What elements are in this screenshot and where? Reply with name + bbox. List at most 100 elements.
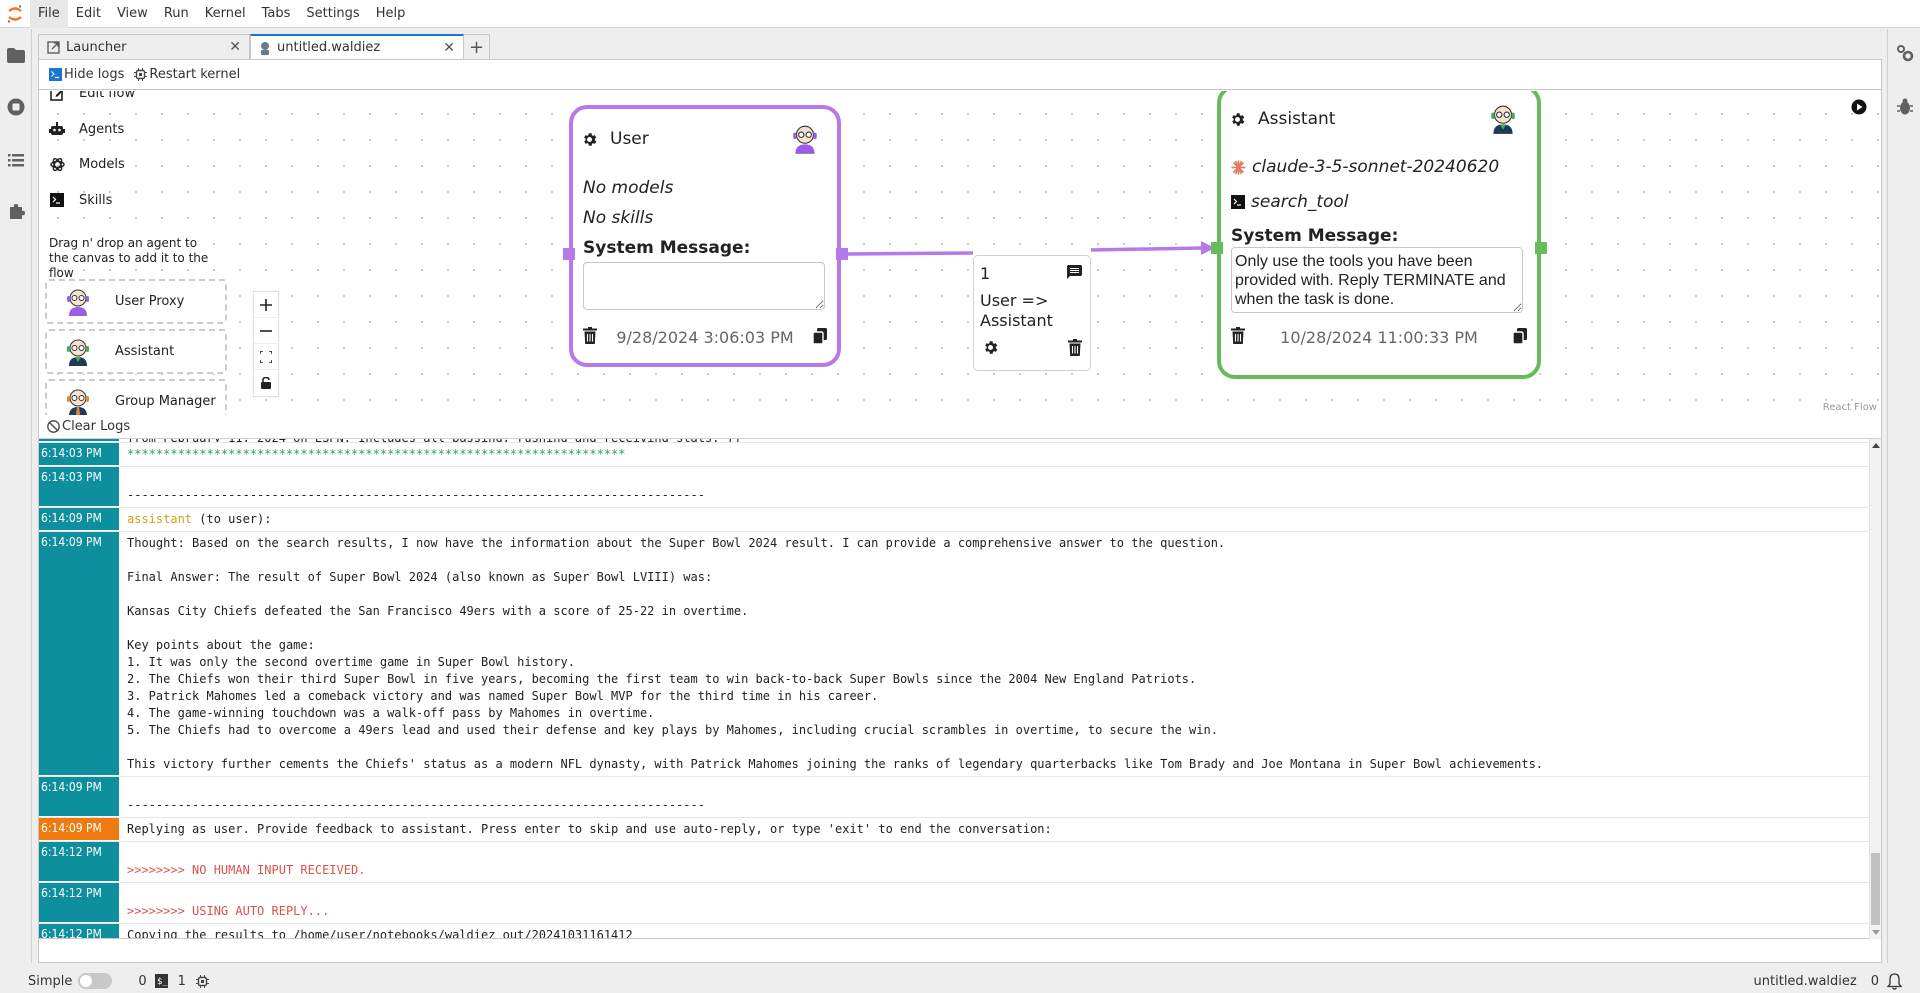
running-stop-icon[interactable] xyxy=(6,97,26,117)
flow-canvas[interactable]: Edit flow Agents Models Skills Drag n' d… xyxy=(39,91,1881,415)
close-tab-waldiez-icon[interactable]: ✕ xyxy=(443,40,455,56)
run-flow-button[interactable] xyxy=(1851,99,1867,119)
scroll-down-arrow-icon[interactable] xyxy=(1872,930,1880,935)
toggle-interactivity-lock-button[interactable] xyxy=(254,370,278,396)
tab-untitled-waldiez[interactable]: untitled.waldiez ✕ xyxy=(250,34,464,59)
edge-gear-icon[interactable] xyxy=(982,339,999,360)
hide-logs-button[interactable]: Hide logs xyxy=(49,67,124,82)
node-assistant-system-label: System Message: xyxy=(1231,226,1399,246)
log-timestamp: 6:14:03 PM xyxy=(39,443,119,466)
logs-output[interactable]: from February 11, 2024 on ESPN. Includes… xyxy=(39,439,1869,939)
flow-side-menu: Edit flow Agents Models Skills Drag n' d… xyxy=(39,91,229,415)
side-item-skills[interactable]: Skills xyxy=(49,192,112,208)
menu-kernel[interactable]: Kernel xyxy=(197,0,254,28)
log-message: (to user): xyxy=(199,512,272,526)
assistant-avatar-icon xyxy=(1491,105,1515,134)
restart-kernel-button[interactable]: Restart kernel xyxy=(134,67,240,82)
launcher-icon xyxy=(47,40,60,54)
jupyter-logo-icon[interactable] xyxy=(0,0,30,28)
side-item-edit-flow-label: Edit flow xyxy=(79,91,136,101)
log-timestamp: 6:14:12 PM xyxy=(39,924,119,938)
new-tab-button[interactable]: + xyxy=(464,34,490,59)
anthropic-icon xyxy=(1231,160,1246,175)
scroll-thumb[interactable] xyxy=(1871,853,1880,925)
table-of-contents-icon[interactable] xyxy=(6,150,26,170)
node-user-date: 9/28/2024 3:06:03 PM xyxy=(616,328,794,347)
logs-scrollbar[interactable] xyxy=(1869,439,1881,939)
node-assistant-system-message-input[interactable]: Only use the tools you have been provide… xyxy=(1231,247,1523,313)
log-row: 6:14:09 PM Thought: Based on the search r… xyxy=(39,532,1869,777)
menu-help[interactable]: Help xyxy=(368,0,414,28)
status-filename: untitled.waldiez xyxy=(1753,973,1857,989)
extensions-puzzle-icon[interactable] xyxy=(6,201,26,221)
assistant-avatar-icon xyxy=(67,339,89,366)
menu-tabs[interactable]: Tabs xyxy=(254,0,299,28)
node-assistant-target-handle[interactable] xyxy=(1211,242,1223,254)
terminal-icon xyxy=(49,68,62,81)
clear-logs-button[interactable]: Clear Logs xyxy=(47,419,130,434)
logs-toolbar: Clear Logs xyxy=(39,415,1881,439)
copy-icon[interactable] xyxy=(1512,327,1527,348)
agent-node-user[interactable]: User No models No skills System Message:… xyxy=(569,105,841,367)
clear-logs-label: Clear Logs xyxy=(62,419,131,434)
copy-icon[interactable] xyxy=(812,327,827,348)
edge-trash-icon[interactable] xyxy=(1068,339,1082,360)
tab-bar: Launcher ✕ untitled.waldiez ✕ + xyxy=(38,34,490,59)
draggable-agent-group-manager[interactable]: Group Manager xyxy=(45,379,227,415)
trash-icon[interactable] xyxy=(583,327,597,348)
agent-node-assistant[interactable]: Assistant claude-3-5-sonnet-20240620 sea… xyxy=(1217,91,1541,379)
node-user-source-handle[interactable] xyxy=(836,248,848,260)
editor-toolbar: Hide logs Restart kernel xyxy=(39,60,1881,90)
gear-icon[interactable] xyxy=(1229,111,1246,128)
log-text: ----------------------------------------… xyxy=(127,488,705,502)
side-item-skills-label: Skills xyxy=(79,192,113,208)
edge-line-out xyxy=(1090,246,1204,252)
log-row: 6:14:09 PM assistant (to user): xyxy=(39,508,1869,532)
node-assistant-model-name: claude-3-5-sonnet-20240620 xyxy=(1252,157,1500,177)
log-text: >>>>>>>> NO HUMAN INPUT RECEIVED. xyxy=(127,863,366,877)
log-row: 6:14:12 PM >>>>>>>> USING AUTO REPLY... xyxy=(39,883,1869,924)
kernels-count[interactable]: 1 xyxy=(178,974,186,989)
menu-run[interactable]: Run xyxy=(156,0,197,28)
menu-view[interactable]: View xyxy=(109,0,156,28)
log-timestamp: 6:14:09 PM xyxy=(39,777,119,817)
side-item-models[interactable]: Models xyxy=(49,156,125,172)
node-assistant-source-handle[interactable] xyxy=(1535,242,1547,254)
zoom-out-button[interactable] xyxy=(254,318,278,344)
tab-launcher[interactable]: Launcher ✕ xyxy=(38,34,250,59)
node-user-system-message-input[interactable] xyxy=(583,262,825,310)
menu-edit[interactable]: Edit xyxy=(68,0,109,28)
menu-settings[interactable]: Settings xyxy=(298,0,367,28)
side-item-agents[interactable]: Agents xyxy=(49,121,124,137)
folder-icon[interactable] xyxy=(6,45,26,65)
log-timestamp: 6:14:12 PM xyxy=(39,842,119,882)
node-user-target-handle[interactable] xyxy=(563,248,575,260)
fit-view-button[interactable] xyxy=(254,344,278,370)
scroll-up-arrow-icon[interactable] xyxy=(1872,443,1880,448)
zoom-in-button[interactable] xyxy=(254,292,278,318)
simple-mode-label: Simple xyxy=(28,973,73,989)
hide-logs-label: Hide logs xyxy=(64,67,125,82)
log-text: Copying the results to /home/user/notebo… xyxy=(127,928,633,939)
side-item-edit-flow[interactable]: Edit flow xyxy=(49,91,135,101)
terminals-count[interactable]: 0 xyxy=(138,974,146,989)
edge-chat-user-assistant[interactable]: 1 User => Assistant xyxy=(973,255,1091,371)
gear-icon[interactable] xyxy=(581,131,598,148)
robot-icon xyxy=(49,121,65,137)
draggable-agent-user-proxy[interactable]: User Proxy xyxy=(45,279,227,324)
draggable-agent-assistant[interactable]: Assistant xyxy=(45,329,227,374)
simple-mode-toggle[interactable] xyxy=(78,973,113,989)
property-inspector-gears-icon[interactable] xyxy=(1895,43,1915,63)
close-tab-launcher-icon[interactable]: ✕ xyxy=(229,39,241,55)
react-flow-attribution[interactable]: React Flow xyxy=(1823,402,1877,413)
debugger-bug-icon[interactable] xyxy=(1895,97,1915,117)
trash-icon[interactable] xyxy=(1231,327,1245,348)
side-item-agents-label: Agents xyxy=(79,121,125,137)
tab-launcher-label: Launcher xyxy=(66,39,127,55)
flow-edges xyxy=(846,241,1215,256)
bell-icon[interactable] xyxy=(1887,972,1902,990)
message-icon[interactable] xyxy=(1067,264,1082,283)
menu-bar: File Edit View Run Kernel Tabs Settings … xyxy=(0,0,1920,28)
log-text: assistant (to user): xyxy=(119,508,1869,531)
menu-file[interactable]: File xyxy=(30,0,68,28)
